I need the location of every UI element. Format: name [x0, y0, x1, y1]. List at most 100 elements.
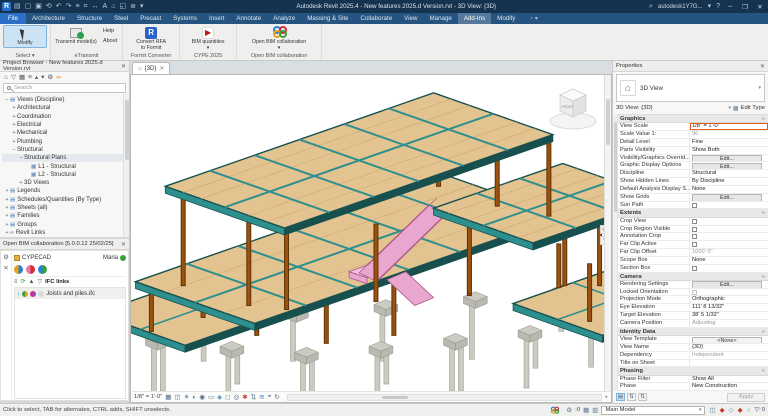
ribbon-tab-precast[interactable]: Precast [134, 13, 167, 24]
crop-view-icon[interactable]: ▭ [208, 393, 214, 401]
panel-label-select[interactable]: Select ▾ [3, 52, 47, 60]
list-icon[interactable]: ≡ [14, 279, 18, 285]
section-header-phasing[interactable]: Phasing [618, 367, 768, 375]
cart-icon[interactable]: ▾ [708, 2, 712, 11]
view-template-button[interactable]: <None> [692, 337, 762, 343]
close-icon[interactable]: ✕ [760, 63, 765, 70]
property-value[interactable]: Structural [690, 170, 768, 177]
property-value[interactable] [690, 226, 768, 233]
property-value[interactable]: 1/8" = 1'-0" [690, 123, 768, 130]
sort-ascending-icon[interactable]: ⇅ [627, 393, 636, 401]
filter-icon[interactable]: ▽ [11, 73, 16, 81]
property-value[interactable]: Edit... [690, 162, 768, 169]
search-icon[interactable]: ⌕ [649, 2, 653, 11]
section-header-extents[interactable]: Extents [618, 209, 768, 217]
ribbon-tab-add-ins[interactable]: Add-Ins [458, 13, 491, 24]
selection-filter[interactable]: ▽:0 [755, 407, 765, 413]
property-value[interactable]: Orthographic [690, 296, 768, 303]
tree-item-views-discipline-[interactable]: −▤Views (Discipline) [2, 96, 129, 104]
ribbon-tab-steel[interactable]: Steel [108, 13, 134, 24]
exclude-options-icon[interactable]: ○ [747, 407, 751, 414]
tree-item-l1-structural[interactable]: ▦L1 - Structural [2, 162, 129, 170]
tiles-icon[interactable]: ▦ [19, 73, 25, 81]
property-value[interactable] [690, 360, 768, 367]
filter-icon[interactable]: ▽ [38, 278, 43, 285]
ribbon-tab-insert[interactable]: Insert [203, 13, 230, 24]
property-value[interactable]: 111' 8 13/32" [690, 304, 768, 311]
tree-scrollbar[interactable] [123, 94, 129, 237]
property-value[interactable]: None [690, 257, 768, 264]
ribbon-tab-massing-site[interactable]: Massing & Site [301, 13, 354, 24]
editable-only-icon[interactable]: ◆ [720, 406, 725, 414]
help-button[interactable]: Help [101, 27, 119, 35]
tree-item-plumbing[interactable]: +Plumbing [2, 137, 129, 145]
lock-view-icon[interactable]: ◻ [225, 393, 230, 401]
crop-region-icon[interactable]: ◈ [217, 393, 222, 401]
element-selector[interactable]: 3D View: {3D} ▾ [616, 105, 731, 111]
property-value[interactable]: 38' 5 1/32" [690, 312, 768, 319]
canvas-vertical-scrollbar[interactable] [604, 75, 611, 391]
ribbon-tab-modify[interactable]: Modify [491, 13, 521, 24]
text-icon[interactable]: A [103, 2, 108, 11]
share-model-icon[interactable] [14, 265, 23, 274]
print-icon[interactable]: ≡ [76, 2, 80, 11]
temporary-hide-icon[interactable]: ◎ [234, 393, 240, 401]
edit-button[interactable]: Edit... [692, 281, 762, 287]
tree-item-mechanical[interactable]: +Mechanical [2, 129, 129, 137]
property-value[interactable]: Independent [690, 352, 768, 359]
measure-icon[interactable]: ⌗ [84, 2, 88, 11]
structural-3d-model[interactable] [131, 75, 611, 391]
sun-path-icon[interactable]: ☀ [184, 393, 190, 401]
checkbox[interactable] [692, 203, 697, 208]
convert-rfa-button[interactable]: R Convert RFA to Formit [126, 25, 176, 52]
tree-item-legends[interactable]: +▤Legends [2, 187, 129, 195]
revit-logo[interactable]: R [2, 2, 11, 11]
ribbon-tab-collaborate[interactable]: Collaborate [355, 13, 399, 24]
link-icon[interactable]: ∞ [56, 74, 61, 81]
property-value[interactable]: Adjusting [690, 320, 768, 327]
dimension-icon[interactable]: ↔ [92, 2, 99, 11]
edit-type-button[interactable]: ▦ Edit Type [733, 105, 765, 112]
canvas-horizontal-scrollbar[interactable] [287, 394, 603, 401]
open-bim-collaboration-button[interactable]: Open BIM collaboration ▾ [240, 25, 318, 52]
type-selector[interactable]: ⌂ 3D View ▾ [616, 74, 765, 102]
file-menu-icon[interactable]: ▤ [14, 2, 21, 11]
refresh-icon[interactable]: ⟳ [21, 278, 26, 285]
ribbon-display-toggle[interactable]: ◔ ▾ [523, 13, 544, 24]
checkbox[interactable] [692, 234, 697, 239]
edit-button[interactable]: Edit... [692, 155, 762, 161]
tree-item-3d-views[interactable]: +3D Views [2, 179, 129, 187]
issues-icon[interactable] [38, 265, 47, 274]
tree-item-l2-structural[interactable]: ▦L2 - Structural [2, 171, 129, 179]
update-model-icon[interactable] [26, 265, 35, 274]
help-icon[interactable]: ? [716, 2, 720, 11]
worksharing-display-icon[interactable]: ⇅ [251, 393, 256, 401]
default-3d-view-icon[interactable]: ⌂ [111, 2, 115, 11]
tree-item-coordination[interactable]: +Coordination [2, 113, 129, 121]
property-value[interactable]: New Construction [690, 383, 768, 390]
property-value[interactable] [690, 241, 768, 248]
properties-scrollbar[interactable] [613, 114, 618, 391]
gear-icon[interactable]: ⚙ [3, 253, 9, 261]
property-value[interactable]: 1000' 0" [690, 249, 768, 256]
property-value[interactable]: Edit... [690, 281, 768, 288]
properties-help-icon[interactable]: ▤ [616, 393, 625, 401]
detach-icon[interactable]: ✕ [3, 264, 8, 272]
section-icon[interactable]: ◱ [119, 2, 126, 11]
temporary-properties-icon[interactable]: ≋ [259, 393, 264, 401]
property-value[interactable]: Show All [690, 376, 768, 383]
worksets-icon[interactable]: ⚙ [566, 406, 572, 414]
shadows-icon[interactable]: ◐ [192, 394, 196, 401]
detail-level-icon[interactable]: ▦ [165, 393, 171, 401]
expand-icon[interactable]: ▾ [41, 73, 44, 81]
modify-button[interactable]: Modify [3, 25, 47, 48]
save-icon[interactable]: ▣ [35, 2, 42, 11]
tree-item-groups[interactable]: +▤Groups [2, 220, 129, 228]
property-value[interactable] [690, 233, 768, 240]
tree-item-families[interactable]: +▤Families [2, 212, 129, 220]
account-user[interactable]: autodesk1Y7G... [658, 4, 703, 10]
property-value[interactable]: Show Both [690, 147, 768, 154]
bim-quantities-button[interactable]: ▶ BIM quantities ▾ [183, 25, 233, 52]
apply-button[interactable]: Apply [727, 393, 765, 402]
ribbon-tab-annotate[interactable]: Annotate [230, 13, 267, 24]
